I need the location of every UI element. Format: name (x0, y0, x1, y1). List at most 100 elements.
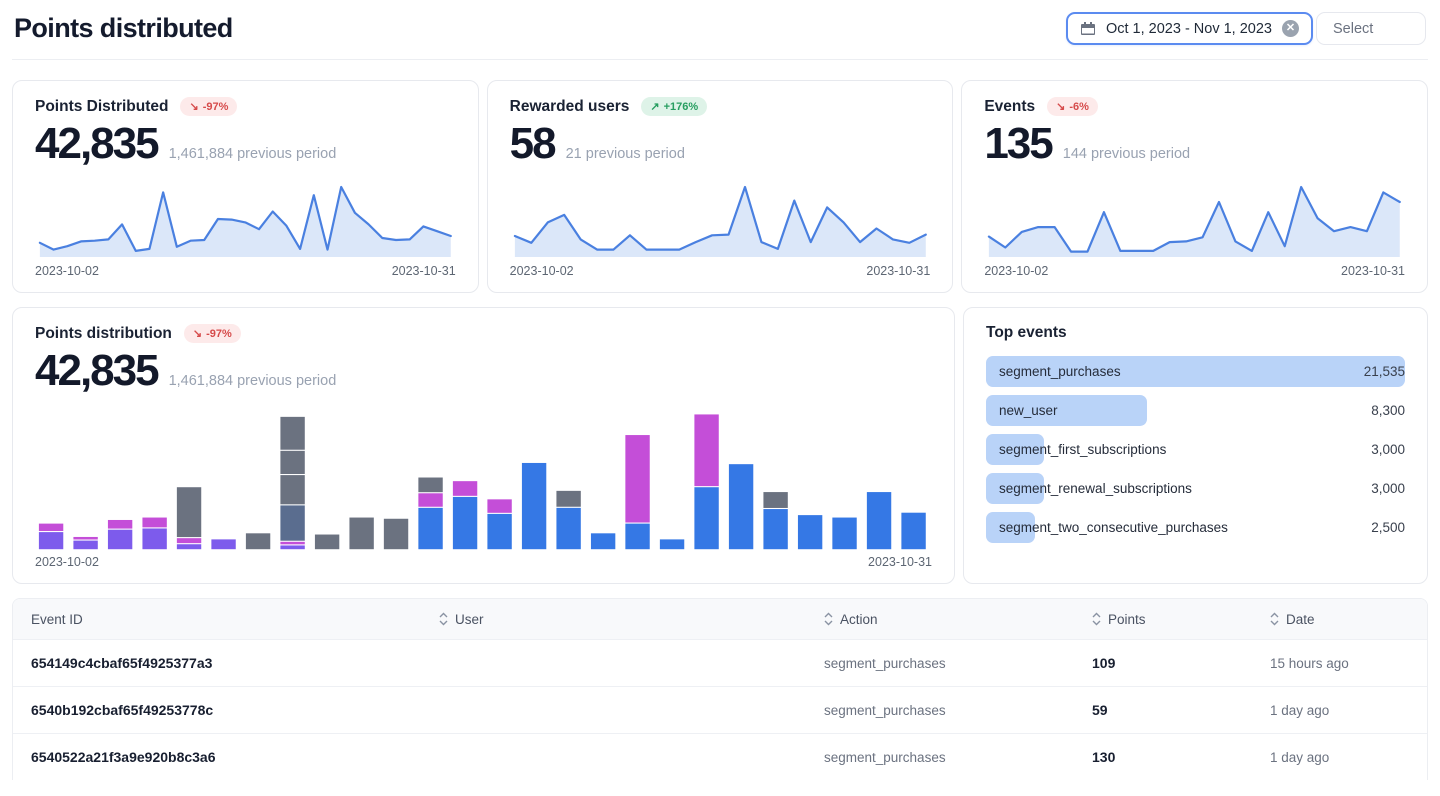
previous-period-value: 21 previous period (565, 146, 685, 162)
top-event-row: segment_two_consecutive_purchases 2,500 (986, 512, 1405, 544)
column-label: Event ID (31, 611, 83, 627)
header-controls: Oct 1, 2023 - Nov 1, 2023 ✕ Select (1065, 12, 1426, 45)
trend-badge: ↘ -97% (180, 97, 238, 116)
top-event-label: segment_renewal_subscriptions (999, 481, 1192, 497)
event-id-cell: 6540522a21f3a9e920b8c3a6 (31, 749, 216, 766)
stat-value: 42,835 (35, 119, 160, 168)
top-event-row: segment_purchases 21,535 (986, 356, 1405, 388)
column-header-date[interactable]: Date (1252, 612, 1427, 627)
event-id-cell: 654149c4cbaf65f4925377a3 (31, 655, 213, 672)
previous-period-value: 144 previous period (1062, 146, 1191, 162)
trend-badge-value: -6% (1069, 100, 1089, 113)
sort-icon (824, 612, 833, 626)
top-events-list: segment_purchases 21,535 new_user 8,300 segm… (986, 356, 1405, 544)
column-label: Points (1108, 611, 1146, 627)
top-event-label: segment_first_subscriptions (999, 442, 1167, 458)
stat-card-title: Points Distributed (35, 97, 169, 115)
column-label: Action (840, 611, 878, 627)
calendar-icon (1080, 21, 1096, 37)
top-event-label: new_user (999, 403, 1058, 419)
table-row[interactable]: 6540522a21f3a9e920b8c3a6 segment_purchase… (13, 733, 1427, 781)
action-cell: segment_purchases (824, 749, 946, 765)
points-cell: 130 (1092, 749, 1116, 766)
event-id-cell: 6540b192cbaf65f49253778c (31, 702, 214, 719)
trend-badge: ↘ -6% (1047, 97, 1098, 116)
events-sparkline-chart (984, 179, 1405, 258)
select-dropdown-label: Select (1333, 20, 1374, 37)
points-cell: 59 (1092, 702, 1108, 719)
date-cell: 1 day ago (1270, 702, 1330, 718)
points-cell: 109 (1092, 655, 1116, 672)
date-cell: 1 day ago (1270, 749, 1330, 765)
stat-value: 42,835 (35, 346, 160, 396)
points-distribution-stacked-bar-chart (38, 414, 926, 550)
date-cell: 15 hours ago (1270, 655, 1349, 671)
previous-period-value: 1,461,884 previous period (168, 373, 337, 390)
chart-start-date: 2023-10-02 (984, 264, 1049, 279)
trend-badge: ↘ -97% (183, 324, 241, 344)
dashboard-page: Points distributed Oct 1, 2023 - Nov 1, … (0, 0, 1440, 781)
top-event-label: segment_purchases (999, 364, 1121, 380)
sort-icon (1092, 612, 1101, 626)
column-header-points[interactable]: Points (1074, 612, 1252, 627)
trend-badge-value: -97% (206, 327, 232, 340)
top-event-row: segment_renewal_subscriptions 3,000 (986, 473, 1405, 505)
chart-start-date: 2023-10-02 (509, 264, 574, 279)
chart-end-date: 2023-10-31 (866, 264, 931, 279)
rewarded-users-sparkline-chart (510, 179, 931, 258)
table-row[interactable]: 6540b192cbaf65f49253778c segment_purchase… (13, 686, 1427, 734)
stat-cards-row: Points Distributed ↘ -97% 42,835 1,461,8… (12, 80, 1428, 294)
action-cell: segment_purchases (824, 655, 946, 671)
trend-up-icon: ↗ (650, 101, 660, 113)
top-event-row: segment_first_subscriptions 3,000 (986, 434, 1405, 466)
stat-card-points-distributed: Points Distributed ↘ -97% 42,835 1,461,8… (12, 80, 479, 294)
top-events-card: Top events segment_purchases 21,535 new_us… (963, 307, 1428, 585)
chart-end-date: 2023-10-31 (868, 555, 932, 570)
chart-start-date: 2023-10-02 (35, 555, 99, 570)
table-body: 654149c4cbaf65f4925377a3 segment_purchase… (13, 639, 1427, 781)
trend-badge: ↗ +176% (641, 97, 708, 116)
top-event-value: 2,500 (1371, 520, 1405, 536)
trend-down-icon: ↘ (192, 328, 203, 341)
page-title: Points distributed (14, 13, 233, 43)
trend-badge-value: +176% (663, 100, 699, 113)
top-event-label: segment_two_consecutive_purchases (999, 520, 1228, 536)
action-cell: segment_purchases (824, 702, 946, 718)
table-header-row: Event ID User Action Points Date (13, 599, 1427, 640)
top-event-value: 3,000 (1371, 481, 1405, 497)
column-header-action[interactable]: Action (806, 612, 1074, 627)
previous-period-value: 1,461,884 previous period (168, 146, 337, 162)
sort-icon (1270, 612, 1279, 626)
column-label: Date (1286, 611, 1315, 627)
top-event-value: 21,535 (1363, 364, 1405, 380)
table-row[interactable]: 654149c4cbaf65f4925377a3 segment_purchase… (13, 639, 1427, 687)
top-bar: Points distributed Oct 1, 2023 - Nov 1, … (12, 0, 1428, 60)
column-header-user[interactable]: User (421, 612, 806, 627)
stat-value: 135 (984, 119, 1053, 168)
clear-date-icon[interactable]: ✕ (1282, 20, 1299, 37)
chart-end-date: 2023-10-31 (1341, 264, 1405, 279)
date-range-picker[interactable]: Oct 1, 2023 - Nov 1, 2023 ✕ (1065, 12, 1313, 45)
top-event-row: new_user 8,300 (986, 395, 1405, 427)
points-distributed-sparkline-chart (35, 179, 456, 258)
events-table: Event ID User Action Points Date 654149c… (12, 598, 1428, 781)
date-range-value: Oct 1, 2023 - Nov 1, 2023 (1105, 20, 1272, 37)
column-header-event-id[interactable]: Event ID (13, 612, 421, 627)
stat-card-events: Events ↘ -6% 135 144 previous period 202… (961, 80, 1428, 294)
stat-card-title: Rewarded users (509, 97, 630, 115)
trend-down-icon: ↘ (189, 101, 199, 113)
chart-start-date: 2023-10-02 (35, 264, 99, 279)
column-label: User (455, 611, 484, 627)
chart-end-date: 2023-10-31 (391, 264, 456, 279)
top-event-value: 3,000 (1371, 442, 1405, 458)
select-dropdown[interactable]: Select (1316, 12, 1426, 45)
sort-icon (439, 612, 448, 626)
trend-badge-value: -97% (202, 100, 229, 113)
points-distribution-card: Points distribution ↘ -97% 42,835 1,461,… (12, 307, 955, 585)
middle-row: Points distribution ↘ -97% 42,835 1,461,… (12, 307, 1428, 585)
stat-card-rewarded-users: Rewarded users ↗ +176% 58 21 previous pe… (486, 80, 954, 294)
stat-value: 58 (509, 119, 557, 168)
trend-down-icon: ↘ (1056, 101, 1066, 113)
stat-card-title: Events (984, 97, 1036, 115)
top-event-value: 8,300 (1371, 403, 1405, 419)
